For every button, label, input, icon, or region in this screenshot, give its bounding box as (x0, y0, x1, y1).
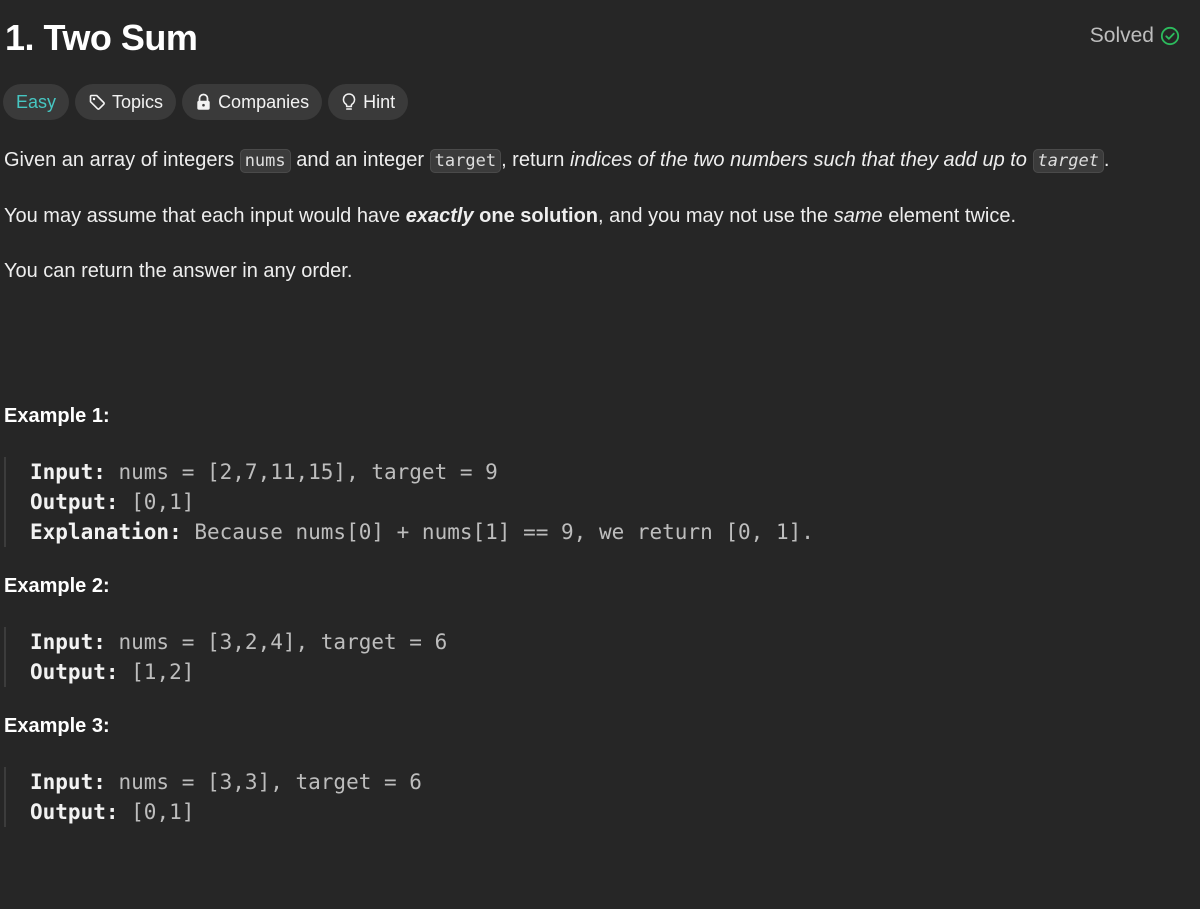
difficulty-badge[interactable]: Easy (3, 84, 70, 120)
example-output-line: Output: [0,1] (30, 490, 195, 514)
example-1: Example 1: Input: nums = [2,7,11,15], ta… (4, 402, 1164, 547)
example-input-line: Input: nums = [3,2,4], target = 6 (30, 630, 448, 654)
example-input-line: Input: nums = [3,3], target = 6 (30, 770, 422, 794)
example-3: Example 3: Input: nums = [3,3], target =… (4, 712, 1164, 827)
example-code-block: Input: nums = [3,2,4], target = 6 Output… (4, 627, 1164, 687)
statement-paragraph-3: You can return the answer in any order. (4, 260, 353, 282)
topics-button[interactable]: Topics (75, 84, 177, 120)
inline-code-target-italic: target (1032, 149, 1104, 173)
companies-label: Companies (218, 91, 310, 112)
example-title: Example 2: (4, 575, 110, 597)
example-explanation-line: Explanation: Because nums[0] + nums[1] =… (30, 520, 814, 544)
lightbulb-icon (341, 92, 357, 112)
tag-row: Easy Topics Companies Hint (3, 84, 409, 120)
hint-label: Hint (363, 91, 396, 112)
check-circle-icon (1160, 26, 1180, 46)
statement-paragraph-1: Given an array of integers nums and an i… (4, 149, 1110, 173)
example-title: Example 1: (4, 405, 110, 427)
statement-paragraph-2: You may assume that each input would hav… (4, 205, 1017, 227)
example-output-line: Output: [0,1] (30, 800, 195, 824)
example-output-line: Output: [1,2] (30, 660, 195, 684)
problem-description-panel: 1. Two Sum Solved Easy Topics Companies … (0, 0, 1200, 909)
hint-button[interactable]: Hint (328, 84, 409, 120)
inline-code-nums: nums (239, 149, 291, 173)
inline-code-target: target (429, 149, 502, 173)
lock-icon (195, 93, 212, 111)
problem-title[interactable]: 1. Two Sum (5, 14, 198, 62)
example-code-block: Input: nums = [3,3], target = 6 Output: … (4, 767, 1164, 827)
example-title: Example 3: (4, 715, 110, 737)
example-2: Example 2: Input: nums = [3,2,4], target… (4, 572, 1164, 687)
example-code-block: Input: nums = [2,7,11,15], target = 9 Ou… (4, 457, 1164, 547)
example-input-line: Input: nums = [2,7,11,15], target = 9 (30, 460, 498, 484)
problem-statement: Given an array of integers nums and an i… (4, 144, 1164, 310)
tag-icon (88, 93, 106, 111)
difficulty-label: Easy (16, 91, 57, 112)
companies-button[interactable]: Companies (182, 84, 323, 120)
solved-status: Solved (1090, 24, 1180, 48)
solved-label: Solved (1089, 24, 1154, 47)
topics-label: Topics (112, 91, 164, 112)
problem-header: 1. Two Sum Solved (5, 14, 1180, 62)
